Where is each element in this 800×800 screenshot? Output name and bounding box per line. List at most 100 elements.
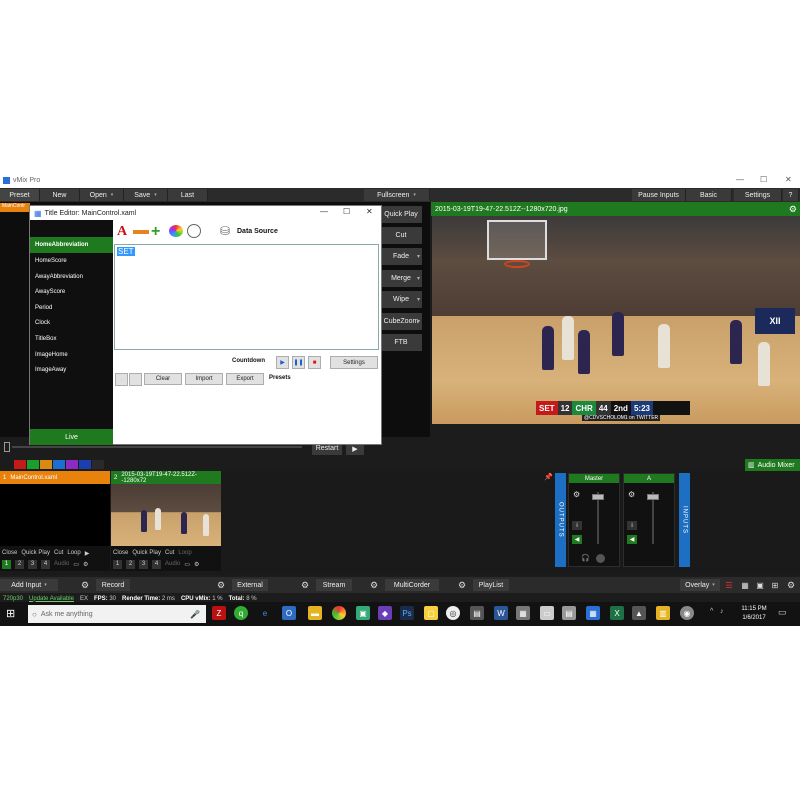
preset-button[interactable]: Preset [0,189,40,201]
countdown-stop-icon[interactable]: ■ [308,356,321,369]
master-solo-button[interactable]: i [572,521,582,530]
dialog-minimize-icon[interactable]: — [320,207,328,216]
list-icon[interactable]: ☰ [722,579,736,591]
quick-play-button[interactable]: Quick Play [380,206,422,223]
help-button[interactable]: ? [783,189,799,201]
dialog-close-icon[interactable]: ✕ [366,207,373,216]
input-gear-icon[interactable]: ⚙ [194,561,199,568]
overlay-button[interactable]: Overlay [680,579,720,591]
vmix-taskbar-icon[interactable]: ▦ [586,606,600,620]
field-item-homeabbreviation[interactable]: HomeAbbreviation [35,242,88,248]
app-icon[interactable]: ▥ [656,606,670,620]
record-gear-icon[interactable]: ⚙ [78,579,92,591]
multicorder-button[interactable]: MultiCorder [385,579,439,591]
layout-icon[interactable]: ▦ [738,579,752,591]
printer-icon[interactable]: ▤ [562,606,576,620]
headphones-icon[interactable]: 🎧 [581,554,590,562]
stream-gear-icon[interactable]: ⚙ [298,579,312,591]
input-audio-button[interactable]: Audio [165,561,180,567]
merge-dropdown-icon[interactable]: ▾ [414,270,423,287]
ftb-button[interactable]: FTB [380,334,422,351]
output-gear-icon[interactable]: ⚙ [789,204,797,215]
field-item-clock[interactable]: Clock [35,320,50,326]
new-button[interactable]: New [40,189,80,201]
input-quickplay-button[interactable]: Quick Play [132,550,161,556]
countdown-play-icon[interactable]: ▶ [276,356,289,369]
audio-mixer-toggle[interactable]: ▥ Audio Mixer [745,459,800,471]
last-button[interactable]: Last [168,189,208,201]
font-icon[interactable]: A [117,224,127,240]
update-link[interactable]: Update Available [29,596,74,602]
export-button[interactable]: Export [226,373,264,385]
overlay-2-button[interactable]: 2 [15,559,24,569]
input-quickplay-button[interactable]: Quick Play [21,550,50,556]
bus-a-speaker-icon[interactable]: ◀ [627,535,637,544]
basic-button[interactable]: Basic [686,189,732,201]
input-gear-icon[interactable]: ⚙ [83,561,88,568]
input-tile[interactable]: 2 2015-03-19T19-47-22.512Z--1280x72 Clos… [111,471,221,571]
external-button[interactable]: External [232,579,268,591]
main-gear-icon[interactable]: ⚙ [784,579,798,591]
text-editor[interactable]: SET [114,244,379,350]
database-icon[interactable]: ⛁ [220,224,230,238]
field-item-imageaway[interactable]: ImageAway [35,367,66,373]
add-preset-icon[interactable]: + [115,373,128,386]
monitor-icon[interactable]: ▭ [184,561,190,568]
app-icon[interactable]: ◎ [446,606,460,620]
swatch[interactable] [92,460,104,469]
pause-inputs-button[interactable]: Pause Inputs [632,189,686,201]
chrome-icon[interactable] [332,606,346,620]
filezilla-icon[interactable]: Z [212,606,226,620]
notifications-icon[interactable]: ▭ [778,607,787,618]
clear-button[interactable]: Clear [144,373,182,385]
input-cut-button[interactable]: Cut [165,550,174,556]
app-icon[interactable]: ◉ [680,606,694,620]
pin-icon[interactable]: 📌 [544,473,553,481]
dialog-maximize-icon[interactable]: ☐ [343,207,350,216]
countdown-pause-icon[interactable]: ❚❚ [292,356,305,369]
taskbar-search[interactable]: ○ Ask me anything 🎤 [28,605,206,623]
master-gear-icon[interactable]: ⚙ [573,490,580,499]
input-audio-button[interactable]: Audio [54,561,69,567]
visual-studio-icon[interactable]: ◆ [378,606,392,620]
input-thumbnail[interactable] [0,484,110,546]
overlay-1-button[interactable]: 1 [113,559,122,569]
field-item-titlebox[interactable]: TitleBox [35,336,56,342]
app-icon[interactable]: ▭ [540,606,554,620]
overlay-2-button[interactable]: 2 [126,559,135,569]
preview-tab[interactable]: MainContr [0,203,30,212]
add-input-button[interactable]: Add Input [0,579,58,591]
overlay-4-button[interactable]: 4 [152,559,161,569]
master-fader-knob[interactable] [592,494,604,500]
input-tile[interactable]: 1 MainControl.xaml Close Quick Play Cut … [0,471,110,571]
quickbooks-icon[interactable]: q [234,606,248,620]
input-close-button[interactable]: Close [113,550,128,556]
input-play-icon[interactable]: ▶ [85,550,90,557]
swatch[interactable] [40,460,52,469]
import-button[interactable]: Import [185,373,223,385]
fade-dropdown-icon[interactable]: ▾ [414,248,423,265]
bus-a-gear-icon[interactable]: ⚙ [628,490,635,499]
photoshop-icon[interactable]: Ps [400,606,414,620]
fullscreen-button[interactable]: Fullscreen [364,189,430,201]
excel-icon[interactable]: X [610,606,624,620]
playlist-gear-icon[interactable]: ⚙ [455,579,469,591]
input-loop-button[interactable]: Loop [67,550,80,556]
position-slider-track[interactable] [12,446,302,448]
input-cut-button[interactable]: Cut [54,550,63,556]
grid-icon[interactable]: ⊞ [768,579,782,591]
overlay-1-button[interactable]: 1 [2,559,11,569]
playlist-button[interactable]: PlayList [473,579,509,591]
swatch[interactable] [14,460,26,469]
cubezoom-dropdown-icon[interactable]: ▾ [414,313,423,330]
line-color-icon[interactable] [133,230,149,234]
bus-a-solo-button[interactable]: i [627,521,637,530]
field-item-homescore[interactable]: HomeScore [35,258,67,264]
input-loop-button[interactable]: Loop [178,550,191,556]
tray-arrow-icon[interactable]: ^ [710,608,713,615]
overlay-3-button[interactable]: 3 [28,559,37,569]
sticky-notes-icon[interactable]: ▢ [424,606,438,620]
cut-button[interactable]: Cut [380,227,422,244]
minimize-icon[interactable]: — [736,175,744,184]
field-item-awayscore[interactable]: AwayScore [35,289,65,295]
